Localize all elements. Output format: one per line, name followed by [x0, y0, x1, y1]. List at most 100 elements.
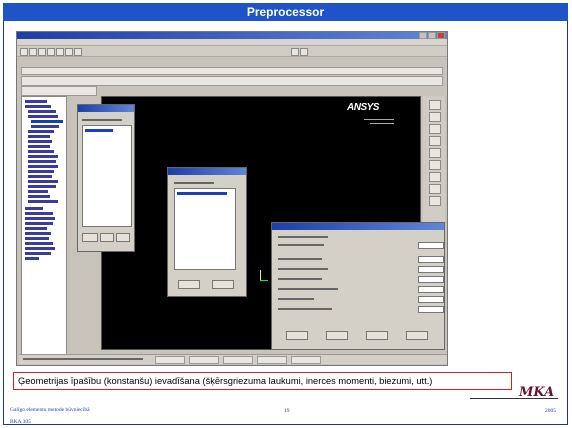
slide-caption: Ģeometrijas īpašību (konstanšu) ievadīša…	[13, 372, 512, 390]
addmas-field[interactable]	[418, 306, 444, 313]
tree-item[interactable]	[28, 195, 50, 198]
report-icon[interactable]	[300, 48, 308, 56]
view-button[interactable]	[429, 184, 441, 194]
tree-item[interactable]	[28, 180, 58, 183]
area-field[interactable]	[418, 256, 444, 263]
element-type-reference-label	[278, 236, 328, 238]
tree-item[interactable]	[31, 125, 59, 128]
tree-item[interactable]	[28, 155, 58, 158]
status-field	[291, 356, 321, 364]
help-icon[interactable]	[74, 48, 82, 56]
viewport-info-text	[364, 119, 394, 120]
tree-item[interactable]	[28, 200, 58, 203]
real-constants-titlebar	[78, 105, 134, 112]
ansys-screenshot: ANSYS	[16, 31, 448, 366]
new-file-icon[interactable]	[20, 48, 28, 56]
tree-item[interactable]	[25, 252, 51, 255]
view-button[interactable]	[429, 160, 441, 170]
tree-item[interactable]	[25, 217, 55, 220]
tree-item[interactable]	[28, 150, 54, 153]
element-type-list[interactable]	[174, 188, 236, 270]
minimize-button[interactable]	[419, 32, 427, 39]
cancel-button[interactable]	[366, 331, 388, 340]
tree-item[interactable]	[25, 222, 53, 225]
axis-triad-x	[260, 280, 268, 281]
view-button[interactable]	[429, 124, 441, 134]
logo-underline	[470, 398, 558, 399]
tree-item[interactable]	[25, 232, 51, 235]
command-input-bar[interactable]	[21, 67, 443, 75]
ansys-menu-bar[interactable]	[17, 39, 447, 46]
element-type-titlebar	[168, 168, 246, 175]
real-constant-set-no-label	[278, 244, 324, 246]
tree-item[interactable]	[25, 242, 53, 245]
print-icon[interactable]	[65, 48, 73, 56]
main-menu-header	[21, 86, 97, 96]
tree-item[interactable]	[28, 110, 56, 113]
istrn-field[interactable]	[418, 296, 444, 303]
close-button[interactable]	[437, 32, 445, 39]
real-constant-sets-list[interactable]	[82, 125, 132, 227]
tree-item[interactable]	[28, 135, 50, 138]
set-number-field[interactable]	[418, 242, 444, 249]
add-button[interactable]	[82, 233, 98, 242]
added-mass-per-unit-length-label	[278, 308, 332, 310]
open-file-icon[interactable]	[29, 48, 37, 56]
tree-item[interactable]	[25, 257, 39, 260]
tree-item[interactable]	[28, 130, 54, 133]
tree-item[interactable]	[28, 170, 54, 173]
view-button[interactable]	[429, 100, 441, 110]
tree-item[interactable]	[28, 145, 50, 148]
area-moment-of-inertia-label	[278, 268, 328, 270]
view-button[interactable]	[429, 112, 441, 122]
delete-button[interactable]	[116, 233, 130, 242]
raise-hidden-icon[interactable]	[291, 48, 299, 56]
save-icon[interactable]	[38, 48, 46, 56]
height-field[interactable]	[418, 276, 444, 283]
edit-button[interactable]	[100, 233, 114, 242]
element-type-dialog	[167, 167, 247, 297]
view-button[interactable]	[429, 148, 441, 158]
maximize-button[interactable]	[428, 32, 436, 39]
tree-item[interactable]	[28, 160, 56, 163]
tree-item-selected[interactable]	[31, 120, 63, 123]
tree-item[interactable]	[25, 237, 49, 240]
zoom-icon[interactable]	[56, 48, 64, 56]
real-constant-set-titlebar	[272, 223, 444, 230]
tree-item[interactable]	[28, 115, 58, 118]
defined-sets-label	[82, 119, 122, 121]
shear-deflection-constant-label	[278, 288, 338, 290]
view-button[interactable]	[429, 136, 441, 146]
footer-course-title: Galīgo elementu metode būvniecībā	[10, 407, 90, 413]
status-prompt-text	[23, 358, 143, 360]
tree-item[interactable]	[28, 175, 52, 178]
tree-item[interactable]	[25, 100, 47, 103]
ok-button[interactable]	[286, 331, 308, 340]
slide-title: Preprocessor	[3, 3, 568, 21]
tree-item[interactable]	[28, 185, 56, 188]
view-button[interactable]	[429, 196, 441, 206]
tree-item[interactable]	[25, 207, 43, 210]
pan-icon[interactable]	[47, 48, 55, 56]
tree-item[interactable]	[28, 165, 58, 168]
ansys-logo: ANSYS	[347, 102, 379, 113]
list-item[interactable]	[177, 192, 227, 195]
footer-course-code: BKA 305	[10, 419, 31, 425]
tree-item[interactable]	[28, 190, 48, 193]
main-menu-tree[interactable]	[21, 96, 67, 358]
izz-field[interactable]	[418, 266, 444, 273]
tree-item[interactable]	[25, 247, 55, 250]
tree-item[interactable]	[25, 227, 47, 230]
ok-button[interactable]	[178, 280, 200, 289]
tree-item[interactable]	[25, 212, 53, 215]
view-button[interactable]	[429, 172, 441, 182]
cancel-button[interactable]	[212, 280, 234, 289]
status-field	[257, 356, 287, 364]
tree-item[interactable]	[25, 105, 51, 108]
apply-button[interactable]	[326, 331, 348, 340]
status-field	[223, 356, 253, 364]
list-item[interactable]	[85, 129, 113, 132]
tree-item[interactable]	[28, 140, 52, 143]
help-button[interactable]	[406, 331, 428, 340]
shearz-field[interactable]	[418, 286, 444, 293]
